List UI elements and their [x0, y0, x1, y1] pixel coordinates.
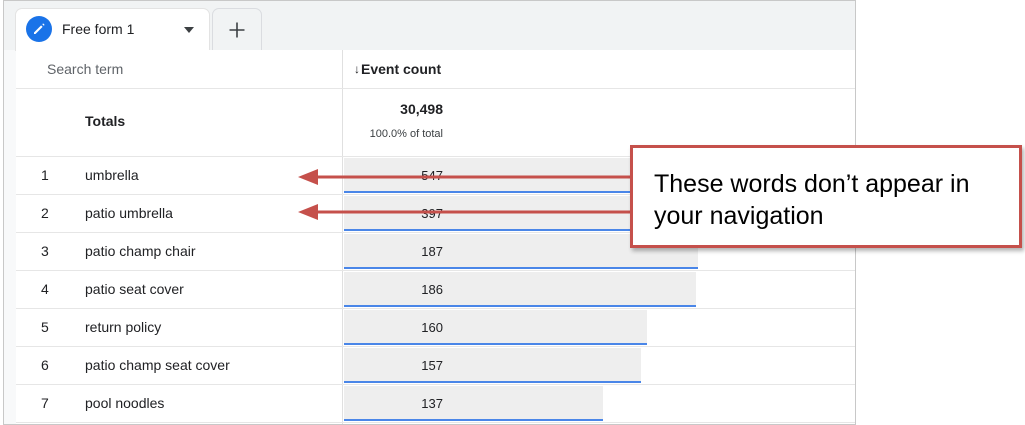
callout-annotation: These words don’t appear in your navigat… — [630, 145, 1022, 248]
table-row[interactable]: 6 patio champ seat cover 157 — [16, 347, 855, 385]
callout-text: These words don’t appear in your navigat… — [654, 170, 970, 230]
totals-value: 30,498 — [400, 101, 443, 117]
totals-percent: 100.0% of total — [369, 128, 443, 140]
event-count-cell: 186 — [421, 282, 443, 297]
row-rank: 7 — [41, 395, 49, 411]
pencil-icon — [26, 16, 52, 42]
arrow-down-icon: ↓ — [354, 62, 360, 76]
search-term-cell: patio champ chair — [85, 243, 196, 259]
table-row[interactable]: 7 pool noodles 137 — [16, 385, 855, 423]
row-rank: 3 — [41, 243, 49, 259]
event-count-cell: 160 — [421, 320, 443, 335]
search-term-cell: patio seat cover — [85, 281, 184, 297]
event-count-cell: 397 — [421, 206, 443, 221]
row-rank: 1 — [41, 167, 49, 183]
event-count-cell: 547 — [421, 168, 443, 183]
event-count-cell: 137 — [421, 396, 443, 411]
row-rank: 4 — [41, 281, 49, 297]
row-rank: 2 — [41, 205, 49, 221]
table-row[interactable]: 5 return policy 160 — [16, 309, 855, 347]
divider — [16, 88, 855, 89]
plus-icon — [229, 22, 245, 37]
add-tab-button[interactable] — [213, 9, 261, 50]
row-rank: 5 — [41, 319, 49, 335]
column-header-event-count[interactable]: ↓ Event count — [354, 61, 441, 77]
divider — [16, 422, 855, 423]
event-count-cell: 157 — [421, 358, 443, 373]
column-header-search-term[interactable]: Search term — [47, 61, 123, 77]
search-term-cell: patio umbrella — [85, 205, 173, 221]
tab-free-form-1[interactable]: Free form 1 — [16, 9, 209, 50]
caret-down-icon[interactable] — [184, 27, 194, 33]
tab-bar: Free form 1 — [4, 1, 855, 50]
search-term-cell: patio champ seat cover — [85, 357, 230, 373]
totals-label: Totals — [85, 113, 126, 129]
event-count-cell: 187 — [421, 244, 443, 259]
search-term-cell: umbrella — [85, 167, 139, 183]
table-row[interactable]: 4 patio seat cover 186 — [16, 271, 855, 309]
search-term-cell: return policy — [85, 319, 162, 335]
search-term-cell: pool noodles — [85, 395, 165, 411]
column-header-event-count-label: Event count — [361, 61, 442, 77]
tab-label: Free form 1 — [62, 21, 135, 37]
row-rank: 6 — [41, 357, 49, 373]
